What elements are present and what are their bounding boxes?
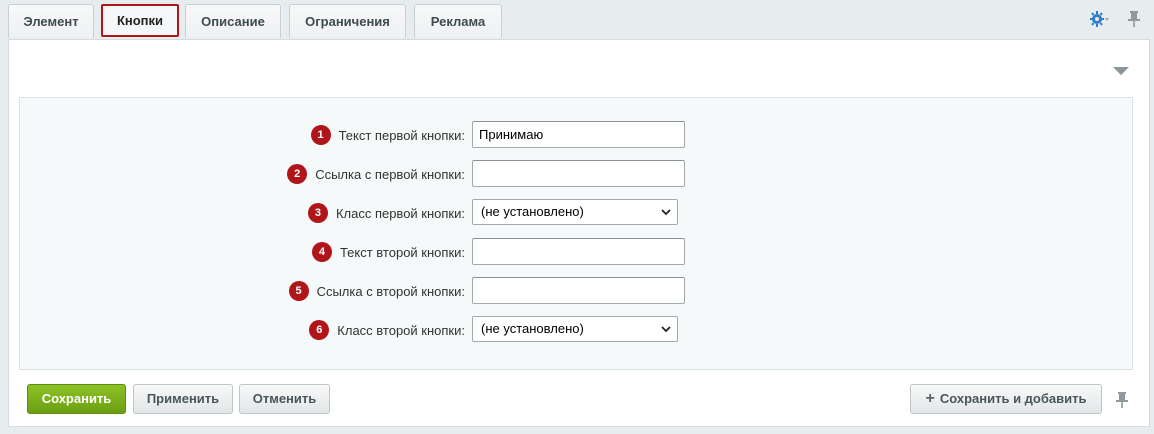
tab-element[interactable]: Элемент — [8, 4, 94, 38]
tab-restrictions[interactable]: Ограничения — [289, 4, 406, 38]
chevron-down-icon — [661, 326, 671, 333]
chevron-down-icon — [661, 209, 671, 216]
second-button-class-select[interactable]: (не установлено) — [472, 316, 678, 342]
save-and-add-label: Сохранить и добавить — [939, 391, 1087, 406]
plus-icon: + — [925, 390, 935, 407]
form-row-first-button-class: 3 Класс первой кнопки: (не установлено) — [20, 199, 1132, 227]
tab-buttons[interactable]: Кнопки — [101, 4, 179, 37]
tab-toolbar — [1080, 8, 1140, 30]
field-label-wrap: 2 Ссылка с первой кнопки: — [287, 160, 465, 188]
first-button-text-input[interactable] — [472, 121, 685, 148]
tab-content-panel: 1 Текст первой кнопки: 2 Ссылка с первой… — [8, 39, 1150, 427]
tab-advertising[interactable]: Реклама — [414, 4, 502, 38]
save-and-add-button[interactable]: + Сохранить и добавить — [910, 384, 1102, 414]
field-label-wrap: 1 Текст первой кнопки: — [310, 121, 465, 149]
field-label: Текст второй кнопки: — [339, 244, 465, 260]
step-badge: 2 — [287, 164, 308, 184]
form-row-second-button-text: 4 Текст второй кнопки: — [20, 238, 1132, 266]
step-badge: 1 — [310, 125, 331, 145]
gear-icon[interactable] — [1090, 10, 1110, 28]
pin-icon[interactable] — [1116, 391, 1128, 409]
buttons-form: 1 Текст первой кнопки: 2 Ссылка с первой… — [19, 97, 1133, 370]
field-label: Класс второй кнопки: — [337, 322, 465, 338]
step-badge: 6 — [309, 320, 330, 340]
editor-window: Элемент Кнопки Описание Ограничения Рекл… — [0, 0, 1154, 434]
form-row-first-button-text: 1 Текст первой кнопки: — [20, 121, 1132, 149]
step-badge: 3 — [307, 203, 328, 223]
second-button-link-input[interactable] — [472, 277, 685, 304]
field-label-wrap: 4 Текст второй кнопки: — [311, 238, 465, 266]
step-badge: 4 — [311, 242, 332, 262]
tab-description[interactable]: Описание — [185, 4, 281, 38]
field-label-wrap: 5 Ссылка с второй кнопки: — [288, 277, 465, 305]
first-button-class-select[interactable]: (не установлено) — [472, 199, 678, 225]
field-label: Ссылка с первой кнопки: — [315, 166, 465, 182]
second-button-text-input[interactable] — [472, 238, 685, 265]
select-value: (не установлено) — [481, 204, 584, 219]
select-value: (не установлено) — [481, 321, 584, 336]
step-badge: 5 — [288, 281, 309, 301]
form-row-second-button-link: 5 Ссылка с второй кнопки: — [20, 277, 1132, 305]
field-label: Ссылка с второй кнопки: — [316, 283, 465, 299]
pin-icon[interactable] — [1128, 10, 1140, 28]
form-row-second-button-class: 6 Класс второй кнопки: (не установлено) — [20, 316, 1132, 344]
save-button[interactable]: Сохранить — [27, 384, 126, 414]
field-label-wrap: 3 Класс первой кнопки: — [307, 199, 465, 227]
field-label-wrap: 6 Класс второй кнопки: — [309, 316, 465, 344]
field-label: Класс первой кнопки: — [335, 205, 465, 221]
triangle-down-icon[interactable] — [1113, 67, 1129, 75]
form-row-first-button-link: 2 Ссылка с первой кнопки: — [20, 160, 1132, 188]
apply-button[interactable]: Применить — [133, 384, 233, 414]
field-label: Текст первой кнопки: — [338, 127, 465, 143]
first-button-link-input[interactable] — [472, 160, 685, 187]
cancel-button[interactable]: Отменить — [239, 384, 330, 414]
